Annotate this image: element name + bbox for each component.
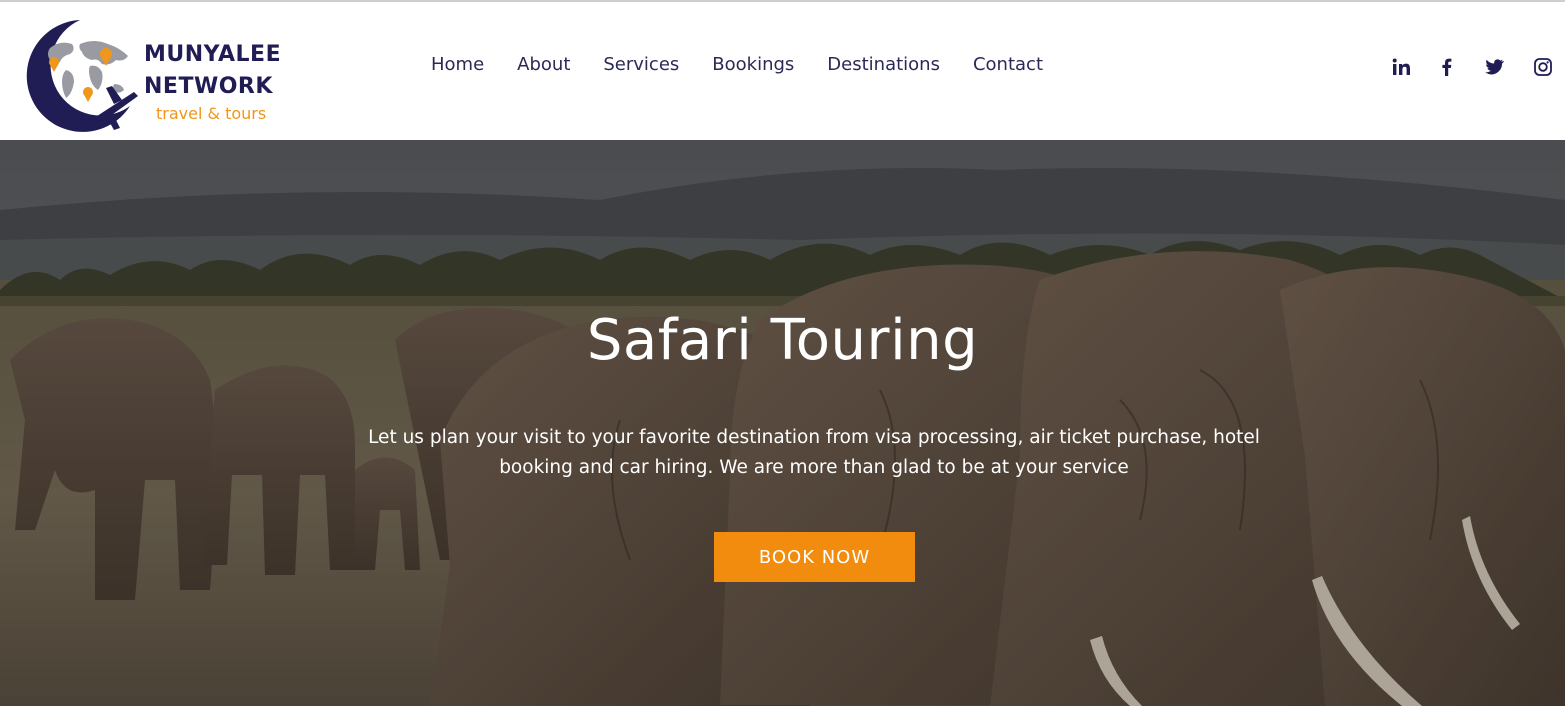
nav-contact[interactable]: Contact <box>973 54 1043 80</box>
nav-home[interactable]: Home <box>431 54 484 80</box>
site-header: MUNYALEE NETWORK travel & tours Home Abo… <box>0 2 1565 140</box>
hero-section: Safari Touring Let us plan your visit to… <box>0 140 1565 706</box>
brand-name-line2: NETWORK <box>144 74 273 99</box>
nav-about[interactable]: About <box>517 54 570 80</box>
facebook-icon[interactable] <box>1437 57 1457 77</box>
twitter-icon[interactable] <box>1484 57 1504 77</box>
brand-name-line1: MUNYALEE <box>144 42 282 67</box>
brand-tagline: travel & tours <box>156 104 267 123</box>
globe-plane-logo-icon <box>26 20 138 132</box>
main-navigation: Home About Services Bookings Destination… <box>431 54 1076 80</box>
linkedin-icon[interactable] <box>1391 57 1411 77</box>
nav-bookings[interactable]: Bookings <box>712 54 794 80</box>
book-now-button[interactable]: BOOK NOW <box>714 532 915 582</box>
hero-description: Let us plan your visit to your favorite … <box>368 427 1260 478</box>
nav-destinations[interactable]: Destinations <box>827 54 940 80</box>
site-logo[interactable]: MUNYALEE NETWORK travel & tours <box>18 14 318 134</box>
instagram-icon[interactable] <box>1533 57 1553 77</box>
hero-title: Safari Touring <box>586 308 979 373</box>
nav-services[interactable]: Services <box>603 54 679 80</box>
